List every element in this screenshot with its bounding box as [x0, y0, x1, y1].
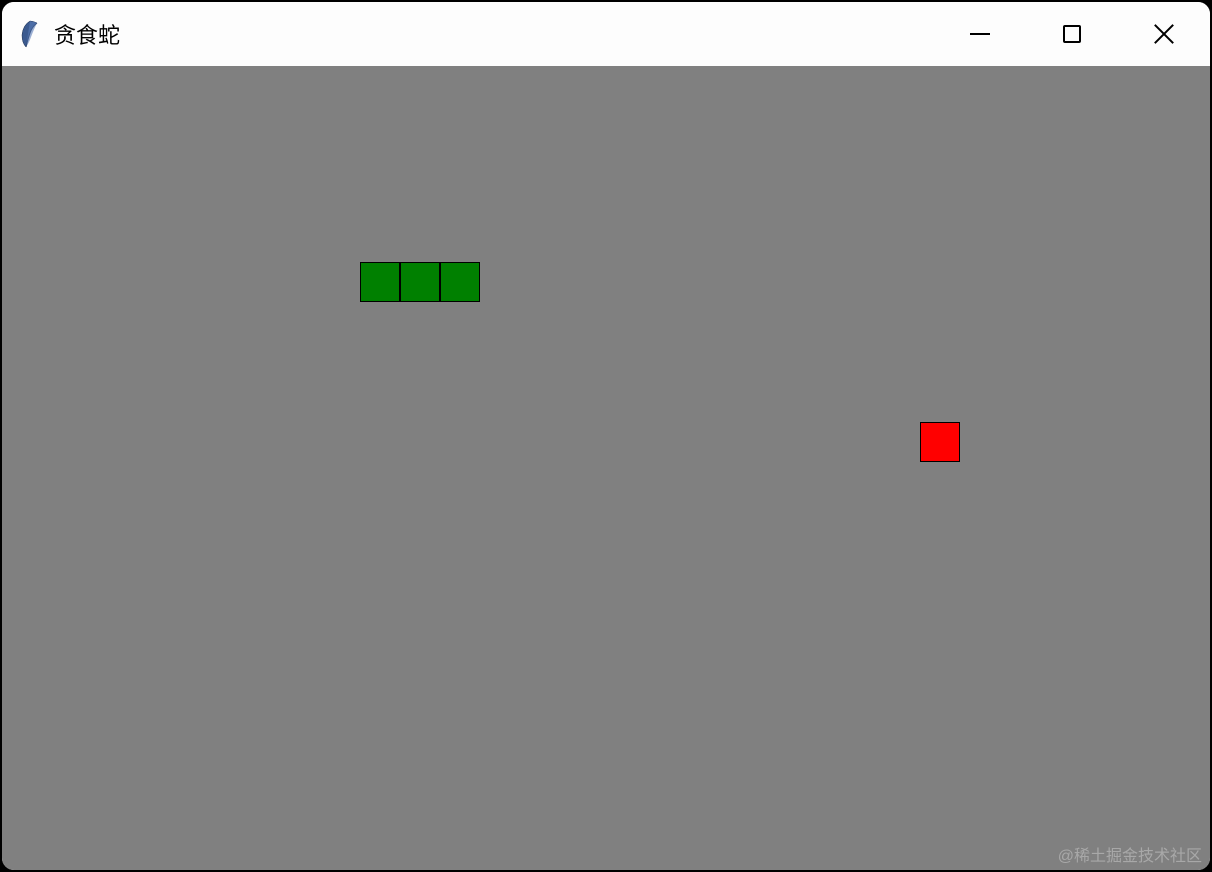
window-controls	[934, 2, 1210, 66]
snake-segment	[360, 262, 400, 302]
close-button[interactable]	[1118, 2, 1210, 66]
game-canvas[interactable]	[2, 66, 1210, 870]
application-window: 贪食蛇	[2, 2, 1210, 870]
maximize-button[interactable]	[1026, 2, 1118, 66]
food-block	[920, 422, 960, 462]
snake-segment	[400, 262, 440, 302]
window-title: 贪食蛇	[54, 18, 120, 50]
maximize-icon	[1063, 25, 1081, 43]
snake-segment	[440, 262, 480, 302]
close-icon	[1153, 23, 1175, 45]
feather-icon	[18, 18, 42, 50]
titlebar: 贪食蛇	[2, 2, 1210, 66]
minimize-icon	[970, 33, 990, 35]
minimize-button[interactable]	[934, 2, 1026, 66]
